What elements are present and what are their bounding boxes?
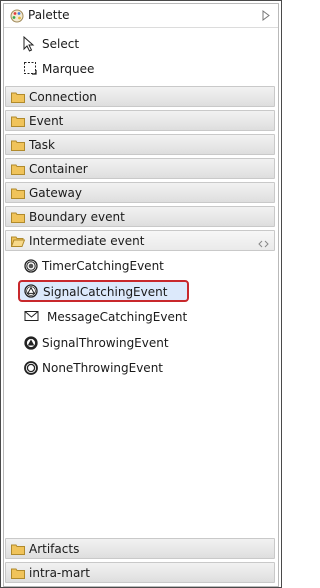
drawer-label: Container bbox=[29, 162, 88, 176]
envelope-icon bbox=[24, 310, 39, 325]
drawer-container[interactable]: Container bbox=[5, 158, 275, 179]
folder-icon bbox=[11, 187, 25, 202]
tool-select-label: Select bbox=[42, 37, 80, 51]
drawer-gateway[interactable]: Gateway bbox=[5, 182, 275, 203]
folder-icon bbox=[11, 211, 25, 226]
drawer-label: Task bbox=[29, 138, 55, 152]
palette-icon bbox=[10, 9, 24, 26]
pin-drawer-icon[interactable] bbox=[258, 237, 269, 251]
open-folder-icon bbox=[10, 235, 26, 250]
drawer-artifacts[interactable]: Artifacts bbox=[5, 538, 275, 559]
drawer-event[interactable]: Event bbox=[5, 110, 275, 131]
palette-header[interactable]: Palette bbox=[4, 4, 278, 28]
folder-icon bbox=[11, 91, 25, 106]
entry-timer-catching-event[interactable]: TimerCatchingEvent bbox=[20, 254, 200, 278]
drawer-connection[interactable]: Connection bbox=[5, 86, 275, 107]
drawer-label: Intermediate event bbox=[29, 234, 145, 248]
drawer-task[interactable]: Task bbox=[5, 134, 275, 155]
signal-catching-icon bbox=[24, 284, 38, 301]
drawer-label: Boundary event bbox=[29, 210, 125, 224]
drawer-label: Event bbox=[29, 114, 64, 128]
drawer-label: Connection bbox=[29, 90, 97, 104]
collapse-palette-icon[interactable] bbox=[262, 10, 270, 24]
palette-panel: Palette Select Marquee Connection Event … bbox=[3, 3, 279, 587]
folder-icon bbox=[11, 163, 25, 178]
entry-signal-catching-event[interactable]: SignalCatchingEvent bbox=[18, 280, 189, 302]
tool-marquee-label: Marquee bbox=[42, 62, 95, 76]
entry-label: MessageCatchingEvent bbox=[47, 310, 188, 324]
drawer-label: Artifacts bbox=[29, 542, 80, 556]
folder-icon bbox=[11, 567, 25, 582]
signal-throwing-icon bbox=[24, 336, 38, 353]
drawer-boundary-event[interactable]: Boundary event bbox=[5, 206, 275, 227]
drawer-label: Gateway bbox=[29, 186, 83, 200]
tool-marquee[interactable]: Marquee bbox=[4, 58, 278, 80]
folder-icon bbox=[11, 543, 25, 558]
entry-label: SignalCatchingEvent bbox=[43, 285, 168, 299]
palette-window: Palette Select Marquee Connection Event … bbox=[0, 0, 282, 588]
timer-event-icon bbox=[24, 259, 38, 276]
folder-icon bbox=[11, 139, 25, 154]
tool-select[interactable]: Select bbox=[4, 33, 278, 55]
drawer-label: intra-mart bbox=[29, 566, 90, 580]
entry-none-throwing-event[interactable]: NoneThrowingEvent bbox=[20, 356, 200, 380]
entry-label: TimerCatchingEvent bbox=[42, 259, 164, 273]
entry-signal-throwing-event[interactable]: SignalThrowingEvent bbox=[20, 331, 200, 355]
entry-label: SignalThrowingEvent bbox=[42, 336, 169, 350]
none-throwing-icon bbox=[24, 361, 38, 378]
marquee-icon bbox=[23, 61, 37, 78]
palette-title: Palette bbox=[28, 8, 70, 22]
drawer-intra-mart[interactable]: intra-mart bbox=[5, 562, 275, 583]
entry-message-catching-event[interactable]: MessageCatchingEvent bbox=[20, 305, 200, 329]
folder-icon bbox=[11, 115, 25, 130]
arrow-pointer-icon bbox=[23, 35, 35, 55]
entry-label: NoneThrowingEvent bbox=[42, 361, 164, 375]
drawer-intermediate-event[interactable]: Intermediate event bbox=[5, 230, 275, 251]
